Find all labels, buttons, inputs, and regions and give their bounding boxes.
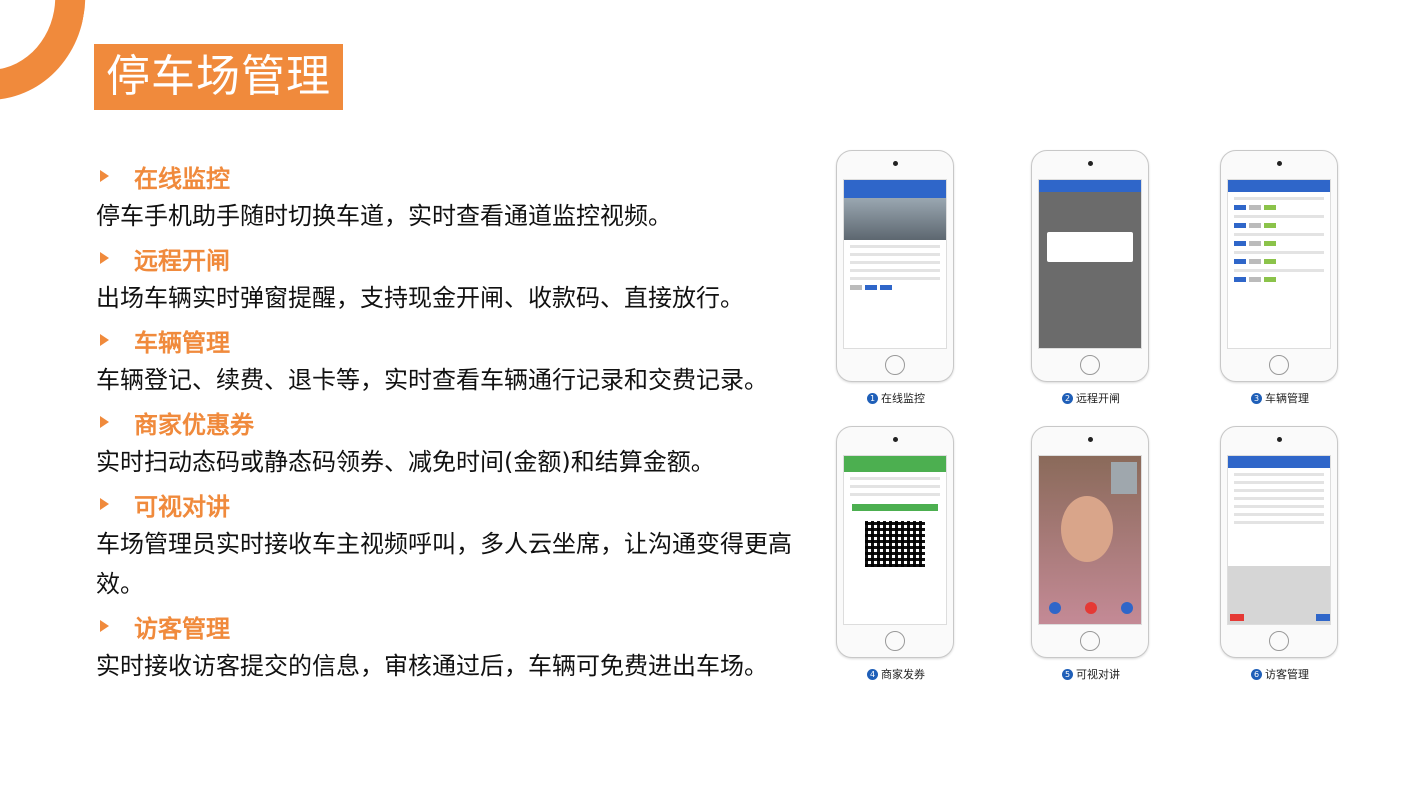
triangle-bullet-icon (100, 620, 109, 632)
feature-desc: 实时扫动态码或静态码领券、减免时间(金额)和结算金额。 (96, 448, 715, 476)
home-button-icon (1269, 355, 1289, 375)
feature-desc: 实时接收访客提交的信息，审核通过后，车辆可免费进出车场。 (96, 652, 768, 680)
phone-caption: 远程开闸 (1076, 392, 1120, 405)
phone-screen (843, 455, 947, 625)
phone-mockup (836, 426, 954, 658)
speaker-icon (893, 161, 898, 166)
caption-number: 5 (1062, 668, 1073, 680)
feature-desc: 车场管理员实时接收车主视频呼叫，多人云坐席，让沟通变得更高效。 (96, 530, 792, 598)
qr-code-icon (865, 521, 925, 567)
phone-caption: 访客管理 (1265, 668, 1309, 681)
phone-vehicle-management: 3 车辆管理 (1220, 150, 1340, 406)
caption-number: 3 (1251, 392, 1262, 404)
home-button-icon (885, 631, 905, 651)
speaker-icon (1088, 161, 1093, 166)
phone-caption: 车辆管理 (1265, 392, 1309, 405)
triangle-bullet-icon (100, 498, 109, 510)
feature-title: 访客管理 (134, 614, 230, 643)
phone-remote-gate: 2 远程开闸 (1031, 150, 1151, 406)
feature-title: 商家优惠券 (134, 410, 254, 439)
feature-title: 车辆管理 (134, 328, 230, 357)
camera-icon (1121, 602, 1133, 614)
feature-title: 远程开闸 (134, 246, 230, 275)
corner-decoration (0, 0, 101, 115)
feature-item: 远程开闸 出场车辆实时弹窗提醒，支持现金开闸、收款码、直接放行。 (96, 238, 836, 318)
feature-item: 在线监控 停车手机助手随时切换车道，实时查看通道监控视频。 (96, 156, 836, 236)
speaker-icon (1277, 437, 1282, 442)
feature-item: 车辆管理 车辆登记、续费、退卡等，实时查看车辆通行记录和交费记录。 (96, 320, 836, 400)
feature-item: 可视对讲 车场管理员实时接收车主视频呼叫，多人云坐席，让沟通变得更高效。 (96, 484, 836, 604)
phone-screen (1227, 179, 1331, 349)
home-button-icon (1080, 355, 1100, 375)
speaker-icon (1277, 161, 1282, 166)
speaker-icon (1088, 437, 1093, 442)
phone-screen (1227, 455, 1331, 625)
feature-desc: 车辆登记、续费、退卡等，实时查看车辆通行记录和交费记录。 (96, 366, 768, 394)
triangle-bullet-icon (100, 416, 109, 428)
phone-visitor-management: 6 访客管理 (1220, 426, 1340, 682)
phone-gallery: 1 在线监控 2 远程开闸 3 车辆管理 4 商家发券 5 可视对讲 6 访客管… (836, 150, 1346, 690)
phone-mockup (836, 150, 954, 382)
phone-monitoring: 1 在线监控 (836, 150, 956, 406)
feature-item: 访客管理 实时接收访客提交的信息，审核通过后，车辆可免费进出车场。 (96, 606, 836, 686)
phone-merchant-coupon: 4 商家发券 (836, 426, 956, 682)
page-title: 停车场管理 (94, 44, 343, 110)
phone-mockup (1220, 426, 1338, 658)
microphone-icon (1049, 602, 1061, 614)
feature-list: 在线监控 停车手机助手随时切换车道，实时查看通道监控视频。 远程开闸 出场车辆实… (96, 156, 836, 688)
speaker-icon (893, 437, 898, 442)
caption-number: 4 (867, 668, 878, 680)
phone-mockup (1031, 150, 1149, 382)
phone-caption: 商家发券 (881, 668, 925, 681)
hang-up-icon (1085, 602, 1097, 614)
home-button-icon (885, 355, 905, 375)
caption-number: 2 (1062, 392, 1073, 404)
phone-screen (1038, 455, 1142, 625)
keyboard (1228, 566, 1330, 624)
triangle-bullet-icon (100, 252, 109, 264)
feature-desc: 出场车辆实时弹窗提醒，支持现金开闸、收款码、直接放行。 (96, 284, 744, 312)
home-button-icon (1269, 631, 1289, 651)
phone-mockup (1031, 426, 1149, 658)
feature-desc: 停车手机助手随时切换车道，实时查看通道监控视频。 (96, 202, 672, 230)
phone-caption: 在线监控 (881, 392, 925, 405)
feature-title: 可视对讲 (134, 492, 230, 521)
phone-screen (1038, 179, 1142, 349)
phone-screen (843, 179, 947, 349)
feature-title: 在线监控 (134, 164, 230, 193)
phone-caption: 可视对讲 (1076, 668, 1120, 681)
feature-item: 商家优惠券 实时扫动态码或静态码领券、减免时间(金额)和结算金额。 (96, 402, 836, 482)
phone-video-intercom: 5 可视对讲 (1031, 426, 1151, 682)
triangle-bullet-icon (100, 334, 109, 346)
phone-mockup (1220, 150, 1338, 382)
triangle-bullet-icon (100, 170, 109, 182)
home-button-icon (1080, 631, 1100, 651)
caption-number: 1 (867, 392, 878, 404)
caption-number: 6 (1251, 668, 1262, 680)
